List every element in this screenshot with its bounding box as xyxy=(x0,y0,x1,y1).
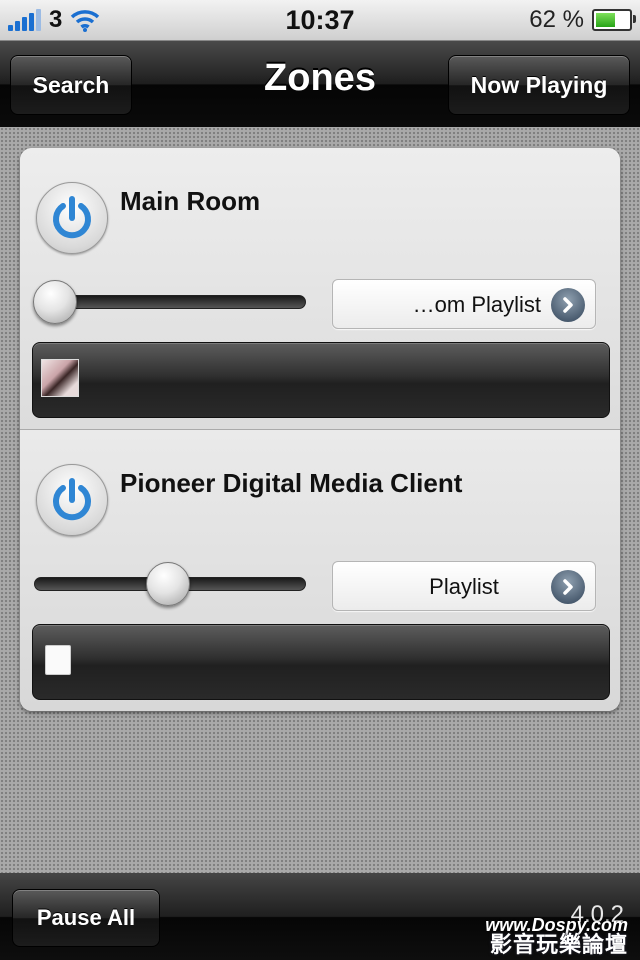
chevron-right-icon xyxy=(551,570,585,604)
content-area: Main Room …om Playlist Pioneer Digital M… xyxy=(0,127,640,873)
watermark-text: 影音玩樂論壇 xyxy=(489,932,628,957)
playlist-button[interactable]: Playlist xyxy=(332,561,596,611)
playlist-button[interactable]: …om Playlist xyxy=(332,279,596,329)
bottom-toolbar: Pause All 4.0.2 www.Dospy.com 影音玩樂論壇 xyxy=(0,873,640,960)
volume-slider[interactable] xyxy=(34,562,306,606)
album-art xyxy=(41,359,79,397)
zone-power-button[interactable] xyxy=(36,464,108,536)
volume-slider-thumb[interactable] xyxy=(145,562,190,606)
volume-slider[interactable] xyxy=(33,280,306,324)
power-icon xyxy=(53,196,91,239)
watermark: www.Dospy.com 影音玩樂論壇 xyxy=(485,916,628,956)
chevron-right-icon xyxy=(551,288,585,322)
battery-percent: 62 % xyxy=(529,6,584,33)
status-bar: 3 10:37 62 % xyxy=(0,0,640,41)
volume-slider-thumb[interactable] xyxy=(33,280,77,324)
zone-name: Main Room xyxy=(120,186,261,216)
now-playing-button[interactable]: Now Playing xyxy=(448,55,630,115)
zone-power-button[interactable] xyxy=(36,182,108,254)
zone-name: Pioneer Digital Media Client xyxy=(120,468,463,498)
zone-pioneer: Pioneer Digital Media Client Playlist xyxy=(20,430,620,711)
playlist-label: …om Playlist xyxy=(412,292,541,317)
zones-list: Main Room …om Playlist Pioneer Digital M… xyxy=(20,148,620,711)
status-right: 62 % xyxy=(529,6,636,34)
pause-all-button[interactable]: Pause All xyxy=(12,889,160,947)
navigation-bar: Search Zones Now Playing xyxy=(0,41,640,127)
battery-fill xyxy=(596,13,615,27)
album-art-placeholder xyxy=(45,645,71,675)
zone-main-room: Main Room …om Playlist xyxy=(20,148,620,430)
now-playing-bar[interactable] xyxy=(32,342,610,418)
power-icon xyxy=(53,478,91,521)
battery-icon xyxy=(592,9,636,31)
now-playing-bar[interactable] xyxy=(32,624,610,700)
